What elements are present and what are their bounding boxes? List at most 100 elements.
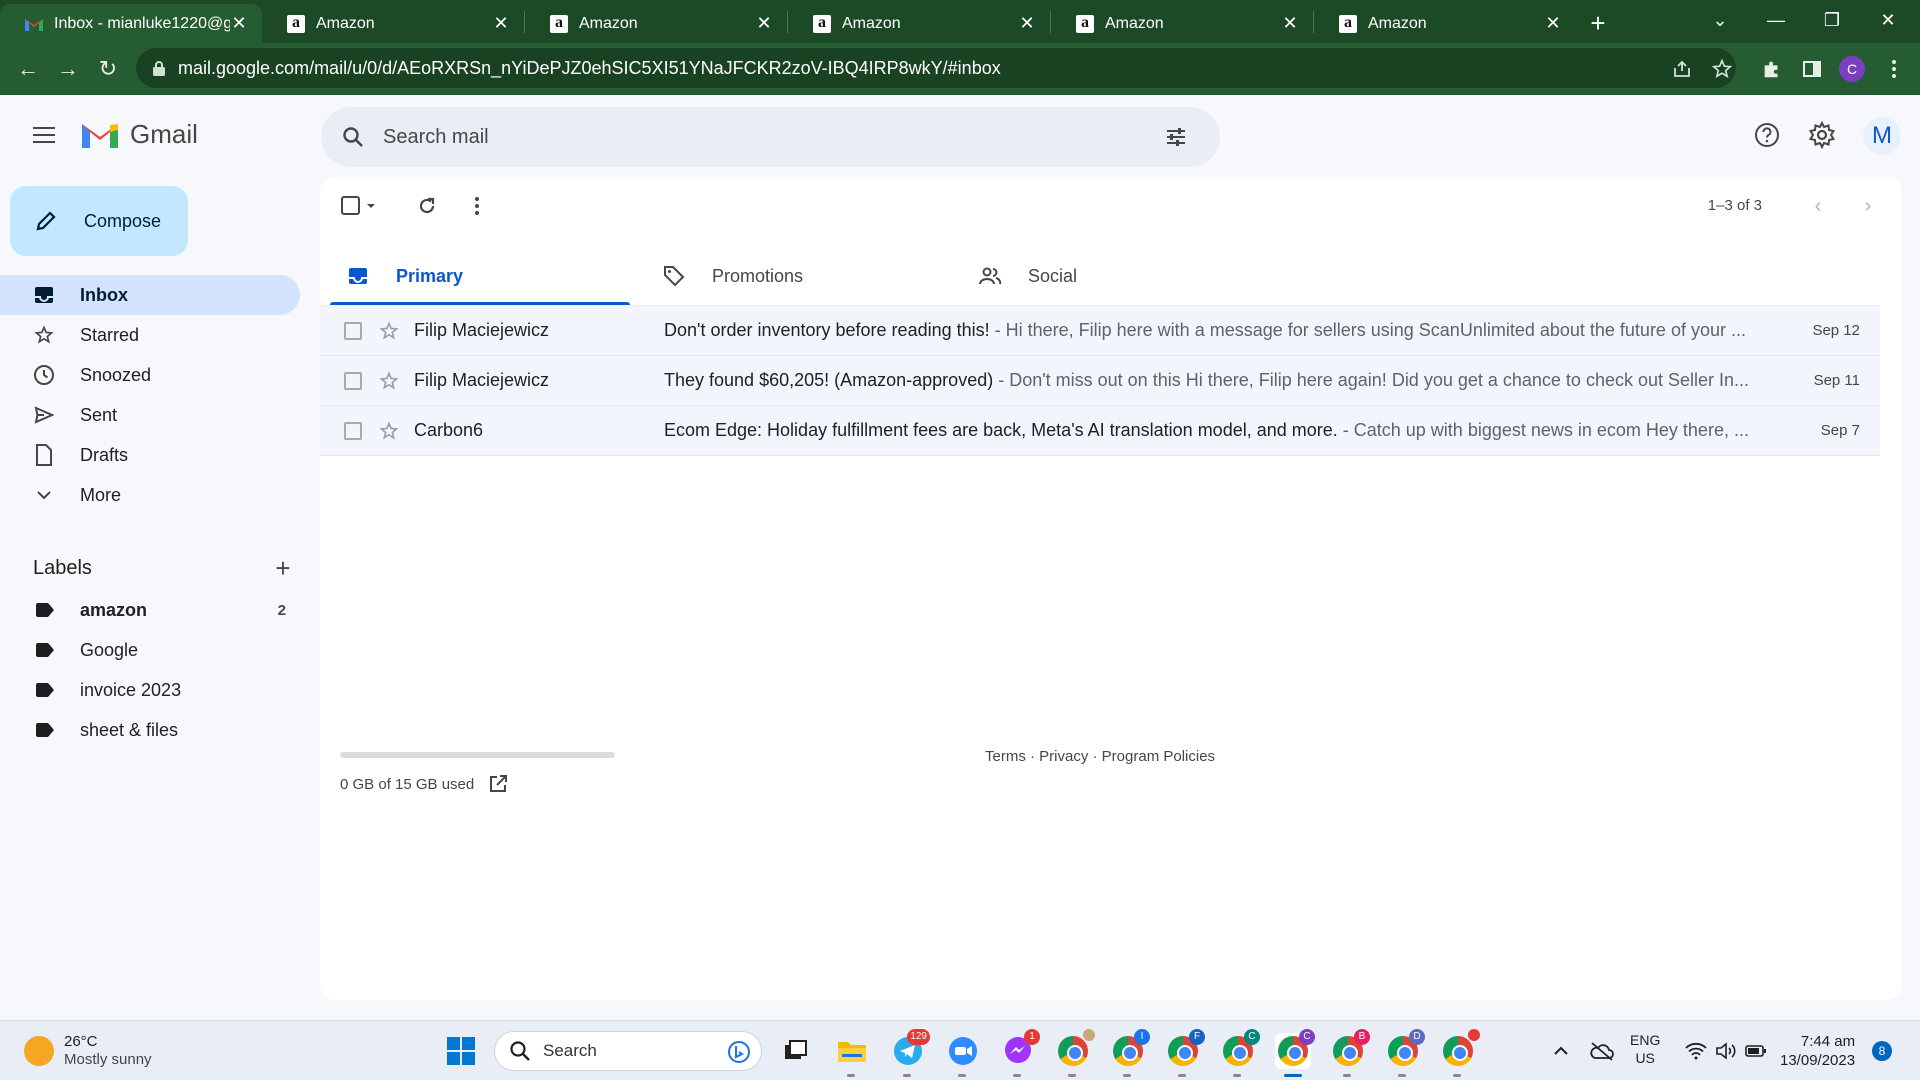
chrome-profile-icon[interactable] — [1440, 1029, 1480, 1077]
tab-gmail-inbox[interactable]: Inbox - mianluke1220@gmail.com ✕ — [0, 4, 262, 43]
footer-links[interactable]: Terms · Privacy · Program Policies — [985, 748, 1215, 765]
chrome-profile-icon[interactable]: C — [1220, 1029, 1260, 1077]
chrome-profile-icon[interactable]: F — [1165, 1029, 1205, 1077]
reload-button[interactable]: ↻ — [88, 49, 128, 89]
telegram-icon[interactable]: 129 — [890, 1029, 930, 1077]
label-item-sheet-files[interactable]: sheet & files — [0, 710, 300, 750]
profile-avatar[interactable]: C — [1832, 49, 1872, 89]
mailbox-nav: Inbox Starred Snoozed Sent Drafts More — [0, 275, 300, 515]
gmail-logo[interactable]: Gmail — [80, 119, 198, 150]
chrome-profile-icon[interactable]: I — [1110, 1029, 1150, 1077]
back-button[interactable]: ← — [8, 49, 48, 89]
weather-widget[interactable]: 26°C Mostly sunny — [24, 1033, 152, 1069]
taskbar-clock[interactable]: 7:44 am 13/09/2023 — [1780, 1032, 1855, 1070]
chrome-profile-icon[interactable]: D — [1385, 1029, 1425, 1077]
tab-search-chevron-icon[interactable]: ⌄ — [1692, 0, 1748, 40]
more-actions-icon[interactable] — [457, 186, 497, 226]
compose-button[interactable]: Compose — [10, 186, 188, 256]
star-toggle-icon[interactable] — [378, 320, 400, 342]
tab-amazon[interactable]: a Amazon ✕ — [1314, 4, 1576, 43]
account-avatar[interactable]: M — [1863, 117, 1901, 155]
newer-page-icon[interactable]: ‹ — [1798, 186, 1838, 226]
tab-amazon[interactable]: a Amazon ✕ — [525, 4, 787, 43]
tab-amazon[interactable]: a Amazon ✕ — [788, 4, 1050, 43]
tab-amazon[interactable]: a Amazon ✕ — [262, 4, 524, 43]
tab-amazon[interactable]: a Amazon ✕ — [1051, 4, 1313, 43]
pencil-icon — [32, 207, 60, 235]
side-panel-icon[interactable] — [1792, 49, 1832, 89]
close-tab-icon[interactable]: ✕ — [230, 13, 248, 34]
row-checkbox[interactable] — [344, 421, 362, 440]
chrome-profile-icon[interactable] — [1055, 1029, 1095, 1077]
sidebar-item-sent[interactable]: Sent — [0, 395, 300, 435]
star-toggle-icon[interactable] — [378, 420, 400, 442]
search-input[interactable]: Search mail — [383, 126, 1152, 149]
battery-icon[interactable] — [1738, 1033, 1774, 1069]
file-explorer-icon[interactable] — [834, 1033, 870, 1077]
sidebar-item-more[interactable]: More — [0, 475, 300, 515]
email-row[interactable]: Carbon6 Ecom Edge: Holiday fulfillment f… — [320, 406, 1880, 456]
search-mail-bar[interactable]: Search mail — [321, 107, 1220, 167]
settings-gear-icon[interactable] — [1802, 115, 1842, 155]
tab-social[interactable]: Social — [962, 247, 1262, 305]
bookmark-star-icon[interactable] — [1702, 49, 1742, 89]
sidebar-item-snoozed[interactable]: Snoozed — [0, 355, 300, 395]
close-tab-icon[interactable]: ✕ — [1281, 13, 1299, 34]
sidebar-item-label: Starred — [80, 324, 140, 345]
tray-overflow-chevron-icon[interactable] — [1543, 1033, 1579, 1069]
email-row[interactable]: Filip Maciejewicz Don't order inventory … — [320, 306, 1880, 356]
search-options-icon[interactable] — [1152, 113, 1200, 161]
share-icon[interactable] — [1662, 49, 1702, 89]
windows-taskbar: 26°C Mostly sunny Search 129 1 I F C C B… — [0, 1020, 1920, 1080]
chrome-profile-icon[interactable]: B — [1330, 1029, 1370, 1077]
label-item-amazon[interactable]: amazon 2 — [0, 590, 300, 630]
close-tab-icon[interactable]: ✕ — [492, 13, 510, 34]
select-all-checkbox[interactable] — [334, 186, 386, 226]
gmail-wordmark: Gmail — [130, 119, 198, 149]
minimize-button[interactable]: — — [1748, 0, 1804, 40]
task-view-icon[interactable] — [778, 1033, 814, 1069]
chrome-profile-icon-active[interactable]: C — [1275, 1029, 1315, 1077]
taskbar-search[interactable]: Search — [494, 1031, 762, 1071]
browser-menu-icon[interactable] — [1874, 49, 1914, 89]
zoom-icon[interactable] — [945, 1033, 981, 1077]
category-tabs: Primary Promotions Social — [330, 247, 1890, 305]
email-row[interactable]: Filip Maciejewicz They found $60,205! (A… — [320, 356, 1880, 406]
label-tag-icon — [36, 683, 54, 697]
restore-button[interactable]: ❐ — [1804, 0, 1860, 40]
row-checkbox[interactable] — [344, 321, 362, 340]
close-window-button[interactable]: ✕ — [1860, 0, 1916, 40]
label-item-invoice-2023[interactable]: invoice 2023 — [0, 670, 300, 710]
input-language-indicator[interactable]: ENG US — [1630, 1031, 1660, 1067]
help-icon[interactable] — [1747, 115, 1787, 155]
tab-promotions[interactable]: Promotions — [646, 247, 946, 305]
older-page-icon[interactable]: › — [1848, 186, 1888, 226]
star-toggle-icon[interactable] — [378, 370, 400, 392]
forward-button[interactable]: → — [48, 49, 88, 89]
start-button[interactable] — [443, 1033, 479, 1069]
messenger-icon[interactable]: 1 — [1000, 1029, 1040, 1077]
extensions-puzzle-icon[interactable] — [1752, 49, 1792, 89]
create-label-button[interactable]: + — [271, 553, 295, 584]
search-icon[interactable] — [337, 121, 369, 153]
row-checkbox[interactable] — [344, 371, 362, 390]
onedrive-offline-icon[interactable] — [1584, 1033, 1620, 1069]
label-item-google[interactable]: Google — [0, 630, 300, 670]
label-tag-icon — [36, 643, 54, 657]
sidebar-item-inbox[interactable]: Inbox — [0, 275, 300, 315]
sidebar-item-drafts[interactable]: Drafts — [0, 435, 300, 475]
new-tab-button[interactable]: + — [1576, 4, 1620, 43]
notification-count-badge[interactable]: 8 — [1872, 1041, 1892, 1061]
tab-primary[interactable]: Primary — [330, 247, 630, 305]
open-external-icon[interactable] — [488, 774, 508, 794]
email-preview: Don't order inventory before reading thi… — [664, 320, 1750, 341]
main-menu-button[interactable] — [24, 115, 64, 155]
refresh-icon[interactable] — [407, 186, 447, 226]
close-tab-icon[interactable]: ✕ — [755, 13, 773, 34]
amazon-favicon-icon: a — [812, 14, 832, 34]
close-tab-icon[interactable]: ✕ — [1018, 13, 1036, 34]
sidebar-item-starred[interactable]: Starred — [0, 315, 300, 355]
tab-title: Inbox - mianluke1220@gmail.com — [54, 14, 230, 32]
address-bar[interactable]: mail.google.com/mail/u/0/d/AEoRXRSn_nYiD… — [136, 48, 1736, 88]
close-tab-icon[interactable]: ✕ — [1544, 13, 1562, 34]
